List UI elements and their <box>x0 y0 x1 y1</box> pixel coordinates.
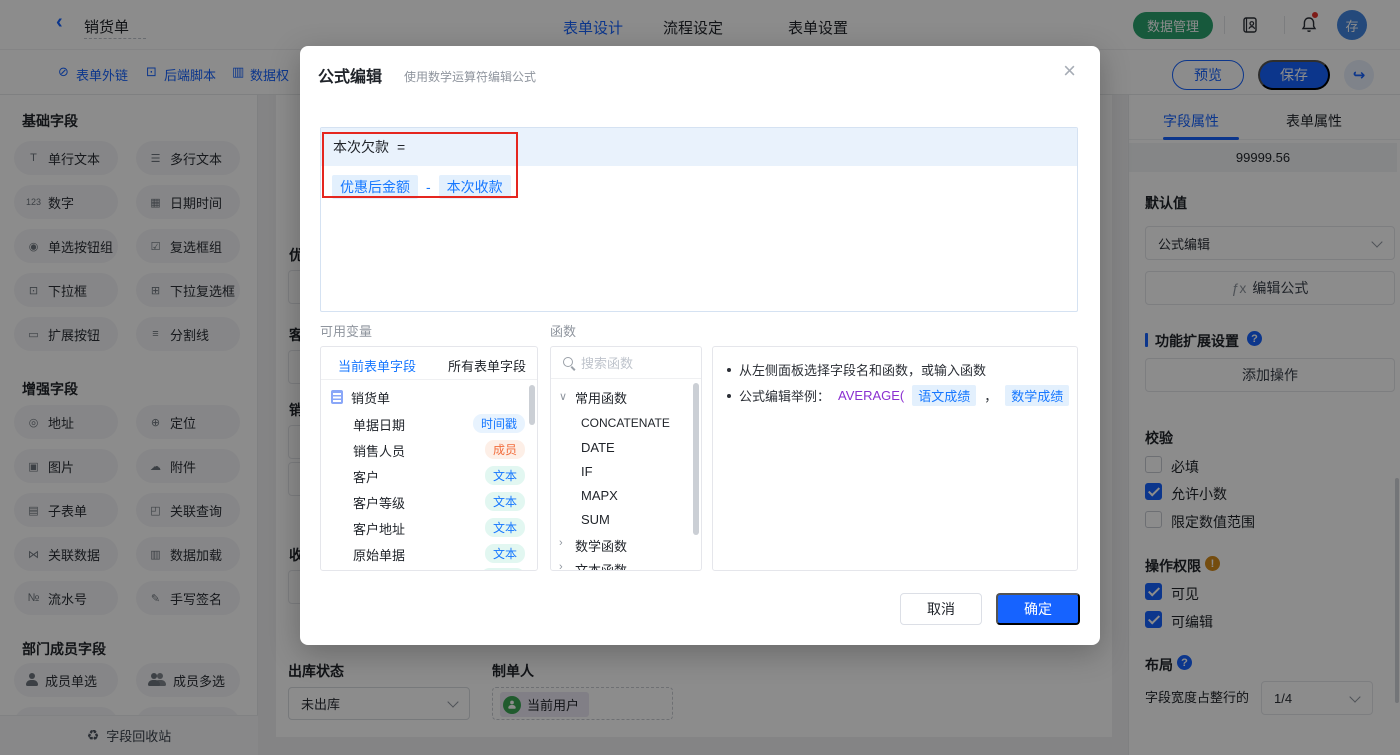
help-line-1: 从左侧面板选择字段名和函数，或输入函数 <box>727 360 986 379</box>
example-function-open: AVERAGE( <box>838 388 905 403</box>
formula-edit-modal: 公式编辑 使用数学运算符编辑公式 × 本次欠款 = 优惠后金额 - 本次收款 可… <box>300 46 1100 645</box>
function-item[interactable]: DATE <box>581 440 615 455</box>
modal-subtitle: 使用数学运算符编辑公式 <box>404 70 537 84</box>
functions-panel: ∨ 常用函数 CONCATENATE DATE IF MAPX SUM › 数学… <box>550 346 702 571</box>
formula-editor[interactable]: 本次欠款 = 优惠后金额 - 本次收款 <box>320 127 1078 312</box>
variables-panel: 当前表单字段 所有表单字段 销货单 单据日期 时间戳 销售人员 成员 客户 文本… <box>320 346 538 571</box>
type-badge: 时间戳 <box>472 414 525 433</box>
function-group-math[interactable]: 数学函数 <box>575 536 627 555</box>
variable-root[interactable]: 销货单 <box>351 388 390 407</box>
confirm-button[interactable]: 确定 <box>996 593 1080 625</box>
help-line-2: 公式编辑举例： AVERAGE( 语文成绩 ， 数学成绩 ) <box>727 385 1078 406</box>
variables-tabs: 当前表单字段 所有表单字段 <box>321 347 537 380</box>
function-item[interactable]: MAPX <box>581 488 618 503</box>
field-chip[interactable]: 优惠后金额 <box>332 175 418 199</box>
type-badge: 文本 <box>484 544 525 563</box>
example-field-chip: 数学成绩 <box>1005 385 1070 406</box>
variable-item[interactable]: 客户等级 <box>353 493 405 512</box>
caret-closed-icon[interactable]: › <box>559 561 563 570</box>
help-example-prefix: 公式编辑举例： <box>739 389 831 404</box>
variable-item[interactable]: 单据日期 <box>353 415 405 434</box>
modal-title: 公式编辑 <box>318 69 383 86</box>
function-item[interactable]: CONCATENATE <box>581 416 670 430</box>
functions-label: 函数 <box>550 324 577 339</box>
type-badge: 文本 <box>484 518 525 537</box>
formula-help-panel: 从左侧面板选择字段名和函数，或输入函数 公式编辑举例： AVERAGE( 语文成绩… <box>712 346 1078 571</box>
bullet-icon <box>727 367 731 372</box>
field-chip[interactable]: 本次收款 <box>438 175 511 199</box>
cancel-button[interactable]: 取消 <box>900 593 982 625</box>
function-item[interactable]: SUM <box>581 512 610 527</box>
caret-closed-icon[interactable]: › <box>559 537 563 549</box>
example-function-close: ) <box>1077 388 1078 403</box>
caret-open-icon[interactable]: ∨ <box>559 390 567 403</box>
formula-target: 本次欠款 <box>333 139 389 155</box>
function-search-row <box>551 347 701 379</box>
tab-all-form-fields[interactable]: 所有表单字段 <box>448 356 526 375</box>
tab-current-form-fields[interactable]: 当前表单字段 <box>338 356 416 375</box>
formula-expression: 优惠后金额 - 本次收款 <box>332 175 511 199</box>
help-text: 从左侧面板选择字段名和函数，或输入函数 <box>739 363 987 378</box>
clipped-type-badge <box>481 568 525 570</box>
variables-label: 可用变量 <box>320 324 373 339</box>
close-icon[interactable]: × <box>1063 58 1076 84</box>
equals-sign: = <box>397 139 406 155</box>
function-search-input[interactable] <box>581 352 693 374</box>
example-comma: ， <box>984 389 998 404</box>
variable-item[interactable]: 原始单据 <box>353 545 405 564</box>
type-badge: 成员 <box>484 440 525 459</box>
minus-operator: - <box>426 179 431 195</box>
function-group-common[interactable]: 常用函数 <box>575 388 627 407</box>
form-doc-icon <box>331 390 343 404</box>
variable-item[interactable]: 客户地址 <box>353 519 405 538</box>
variable-item[interactable]: 客户 <box>353 467 379 486</box>
function-group-text[interactable]: 文本函数 <box>575 560 627 570</box>
function-item[interactable]: IF <box>581 464 593 479</box>
formula-target-row: 本次欠款 = <box>321 128 1077 166</box>
bullet-icon <box>727 393 731 398</box>
type-badge: 文本 <box>484 466 525 485</box>
variable-item[interactable]: 销售人员 <box>353 441 405 460</box>
type-badge: 文本 <box>484 492 525 511</box>
example-field-chip: 语文成绩 <box>912 385 977 406</box>
variables-scrollbar[interactable] <box>529 385 535 425</box>
app-screen: ‹ 销货单 表单设计 流程设定 表单设置 数据管理 存 ⊘ 表单外链 ⊡ 后端脚… <box>0 0 1400 755</box>
functions-scrollbar[interactable] <box>693 383 699 535</box>
search-icon <box>563 357 573 367</box>
